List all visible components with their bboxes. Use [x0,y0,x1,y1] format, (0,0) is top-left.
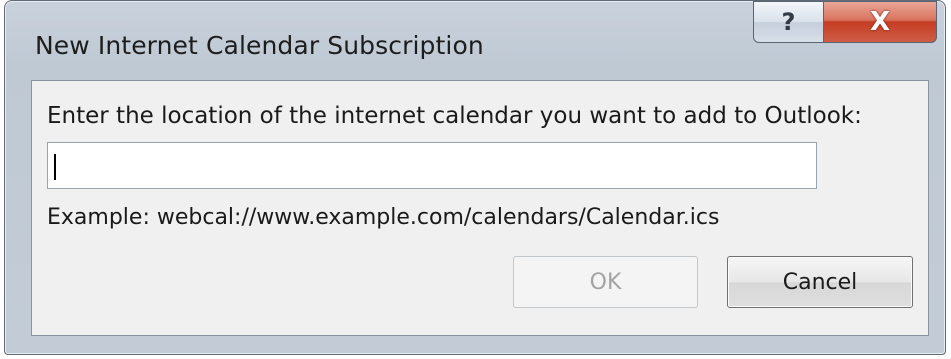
question-mark-icon: ? [781,8,796,36]
example-text: Example: webcal://www.example.com/calend… [47,205,720,230]
dialog-body: Enter the location of the internet calen… [31,80,929,336]
dialog-title: New Internet Calendar Subscription [35,31,484,60]
close-icon: X [869,7,891,37]
close-button[interactable]: X [823,1,937,43]
cancel-button[interactable]: Cancel [727,256,913,308]
help-button[interactable]: ? [753,1,823,43]
calendar-url-input[interactable] [47,142,817,189]
text-caret [54,154,56,180]
location-prompt-label: Enter the location of the internet calen… [47,103,862,129]
caption-buttons: ? X [753,1,937,45]
dialog-window: New Internet Calendar Subscription ? X E… [4,0,946,355]
ok-button[interactable]: OK [513,256,698,308]
